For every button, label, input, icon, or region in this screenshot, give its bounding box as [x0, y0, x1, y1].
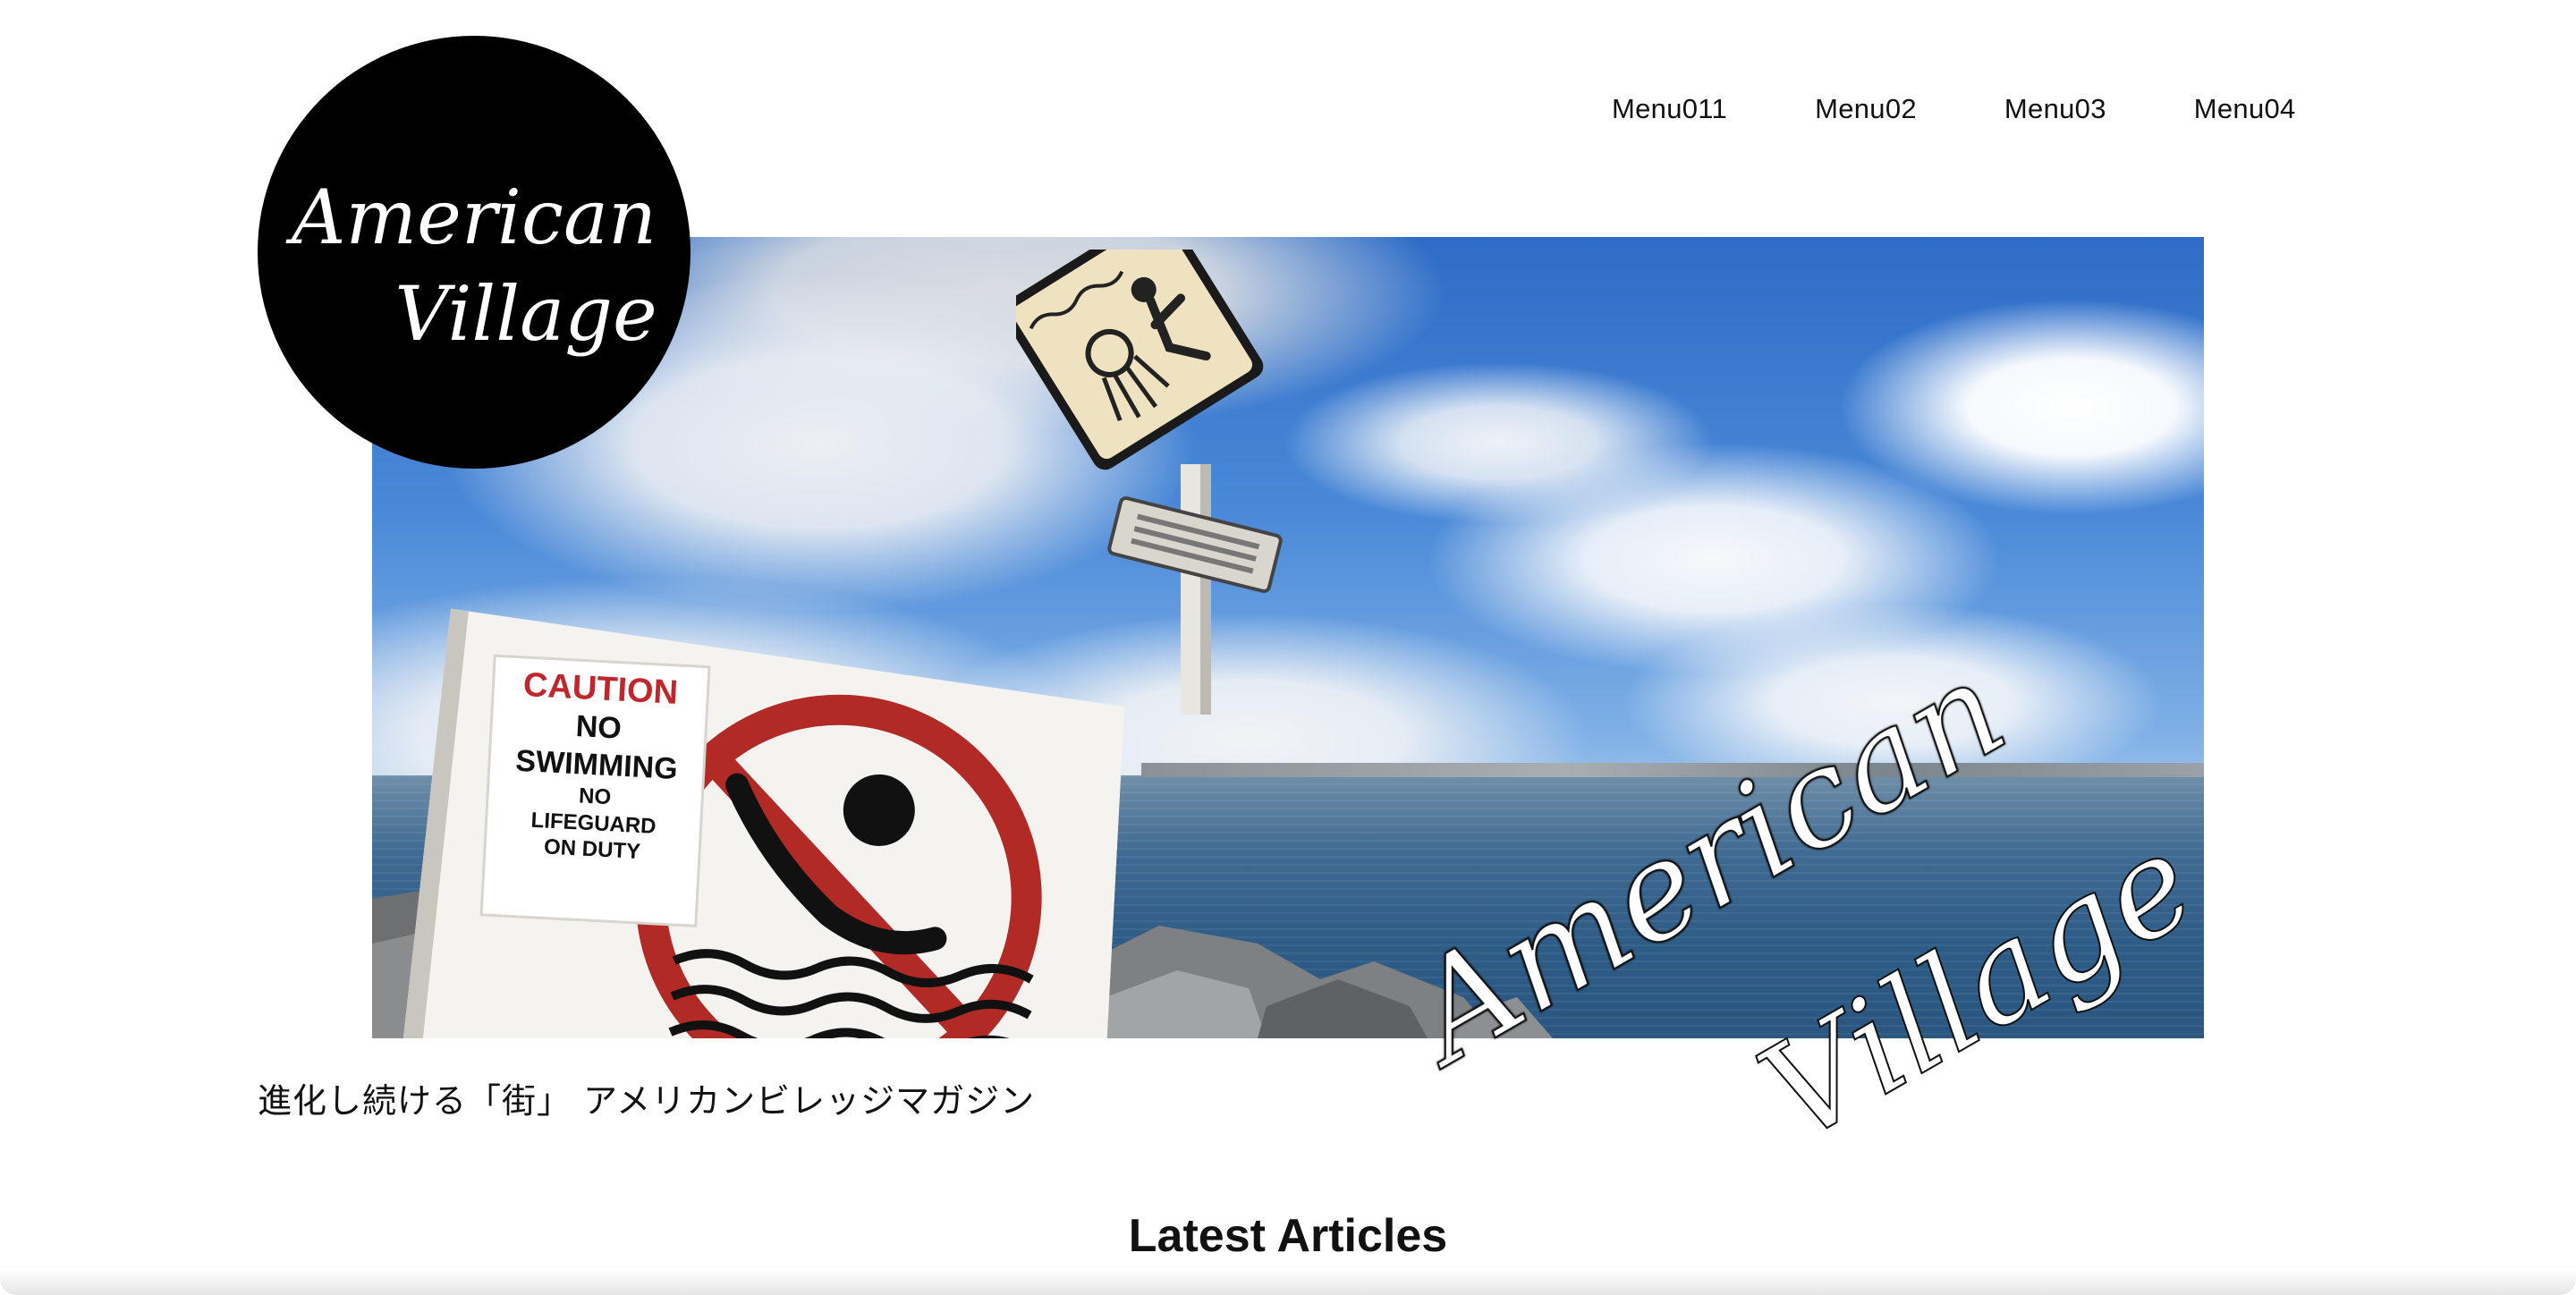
bottom-edge-shadow: [0, 1268, 2576, 1295]
nav-item-menu04[interactable]: Menu04: [2194, 93, 2296, 125]
nav-item-menu02[interactable]: Menu02: [1815, 93, 1917, 125]
logo-line1: American: [285, 174, 657, 261]
nav-item-menu03[interactable]: Menu03: [2004, 93, 2106, 125]
logo-line2: Village: [394, 270, 657, 358]
page: Menu011 Menu02 Menu03 Menu04 CAUTION NO …: [0, 0, 2576, 1295]
site-logo[interactable]: American Village: [258, 36, 691, 469]
hero-script-overlay: American Village: [1413, 644, 2221, 1145]
caution-sign: CAUTION NO SWIMMING NO LIFEGUARD ON DUTY: [399, 607, 1128, 1038]
latest-articles-heading: Latest Articles: [1128, 1210, 1448, 1262]
main-nav: Menu011 Menu02 Menu03 Menu04: [1612, 93, 2296, 125]
logo-script: American Village: [285, 174, 657, 358]
nav-item-menu011[interactable]: Menu011: [1612, 93, 1727, 125]
site-tagline: 進化し続ける「街」 アメリカンビレッジマガジン: [258, 1081, 1036, 1121]
caution-sign-text: CAUTION NO SWIMMING NO LIFEGUARD ON DUTY: [484, 663, 708, 868]
